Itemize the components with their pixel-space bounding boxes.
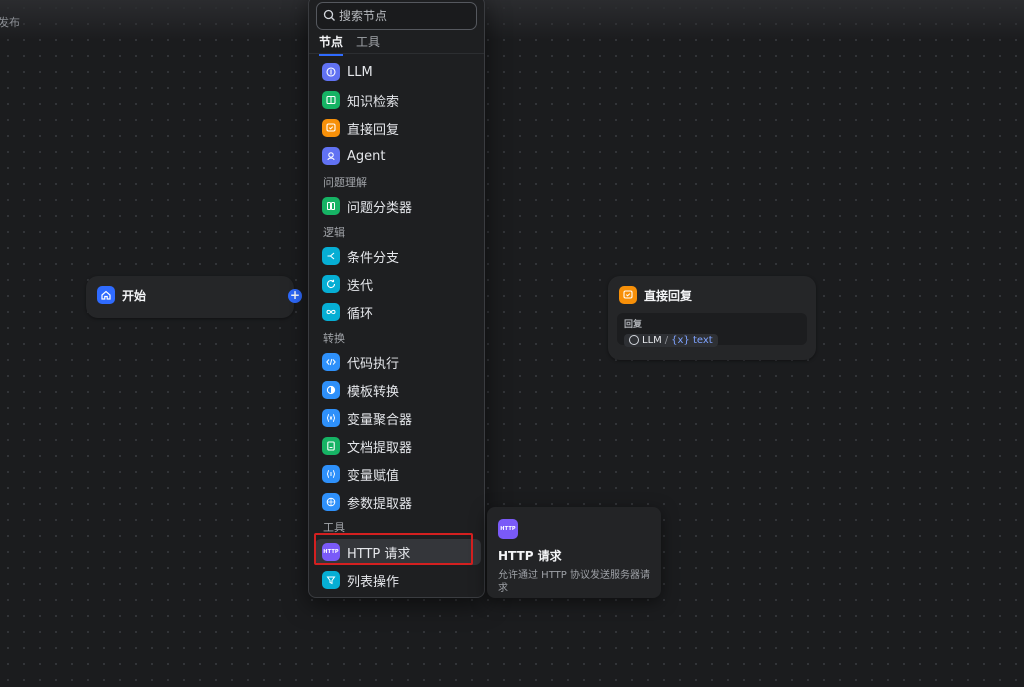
book-icon [322, 91, 340, 109]
llm-icon [322, 63, 340, 81]
picker-item-label: 直接回复 [347, 122, 400, 138]
node-tooltip: HTTP HTTP 请求 允许通过 HTTP 协议发送服务器请求 [487, 507, 661, 598]
search-input[interactable] [339, 9, 469, 23]
picker-item-aggregator[interactable]: 变量聚合器 [315, 405, 481, 431]
picker-item-label: 代码执行 [347, 356, 400, 372]
variable-name: {x} text [671, 334, 713, 346]
refresh-icon [322, 275, 340, 293]
branch-icon [322, 247, 340, 265]
http-icon: HTTP [322, 543, 340, 561]
picker-item-label: 迭代 [347, 278, 374, 294]
picker-item-iteration[interactable]: 迭代 [315, 271, 481, 297]
http-icon: HTTP [498, 519, 518, 539]
reply-field-label: 回复 [624, 320, 643, 330]
search-box[interactable] [316, 2, 477, 30]
classifier-icon [322, 197, 340, 215]
variable-separator: / [664, 334, 669, 346]
search-icon [323, 7, 336, 26]
llm-icon [629, 335, 639, 345]
picker-item-template[interactable]: 模板转换 [315, 377, 481, 403]
picker-item-llm[interactable]: LLM [315, 59, 481, 85]
picker-item-label: 变量赋值 [347, 468, 400, 484]
publish-label[interactable]: 发布 [0, 14, 20, 30]
variable-icon [322, 409, 340, 427]
start-node[interactable]: 开始 + [86, 276, 302, 318]
group-logic: 逻辑 [323, 226, 345, 239]
start-node-title: 开始 [122, 288, 147, 303]
message-icon [619, 286, 637, 304]
picker-item-doc-extractor[interactable]: 文档提取器 [315, 433, 481, 459]
group-transform: 转换 [323, 332, 345, 345]
picker-item-assigner[interactable]: 变量赋值 [315, 461, 481, 487]
group-understanding: 问题理解 [323, 176, 367, 189]
group-tools: 工具 [323, 521, 345, 534]
variable-source: LLM [642, 334, 662, 346]
reply-field[interactable]: 回复 LLM / {x} text [617, 313, 807, 347]
canvas-top-shade [0, 0, 1024, 40]
direct-reply-title: 直接回复 [644, 288, 693, 303]
picker-item-list-op[interactable]: 列表操作 [315, 567, 481, 593]
infinity-icon [322, 303, 340, 321]
picker-item-label: LLM [347, 64, 373, 80]
picker-item-label: 循环 [347, 306, 374, 322]
picker-item-knowledge[interactable]: 知识检索 [315, 87, 481, 113]
picker-item-label: HTTP 请求 [347, 546, 411, 562]
picker-item-answer[interactable]: 直接回复 [315, 115, 481, 141]
http-badge-text: HTTP [500, 526, 516, 532]
picker-item-label: 知识检索 [347, 94, 400, 110]
picker-item-label: 列表操作 [347, 574, 400, 590]
picker-item-code[interactable]: 代码执行 [315, 349, 481, 375]
picker-item-param-extractor[interactable]: 参数提取器 [315, 489, 481, 515]
add-node-handle[interactable]: + [288, 289, 302, 303]
assign-icon [322, 465, 340, 483]
picker-item-agent[interactable]: Agent [315, 143, 481, 169]
picker-item-classifier[interactable]: 问题分类器 [315, 193, 481, 219]
node-picker-panel: 节点 工具 LLM 知识检索 直接回复 Agent 问题理解 问题分类器 逻辑 … [308, 0, 485, 598]
picker-item-label: 变量聚合器 [347, 412, 413, 428]
picker-item-label: 模板转换 [347, 384, 400, 400]
message-icon [322, 119, 340, 137]
direct-reply-node[interactable]: 直接回复 回复 LLM / {x} text [608, 276, 816, 360]
picker-item-label: 条件分支 [347, 250, 400, 266]
picker-item-label: 参数提取器 [347, 496, 413, 512]
code-icon [322, 353, 340, 371]
picker-item-ifelse[interactable]: 条件分支 [315, 243, 481, 269]
variable-chip[interactable]: LLM / {x} text [624, 333, 718, 347]
picker-item-http[interactable]: HTTP HTTP 请求 [315, 539, 481, 565]
tooltip-title: HTTP 请求 [498, 549, 562, 563]
grid-icon [322, 493, 340, 511]
filter-icon [322, 571, 340, 589]
picker-item-label: Agent [347, 148, 386, 164]
http-badge-text: HTTP [323, 549, 339, 555]
home-icon [97, 286, 115, 304]
picker-item-label: 文档提取器 [347, 440, 413, 456]
picker-item-label: 问题分类器 [347, 200, 413, 216]
picker-item-loop[interactable]: 循环 [315, 299, 481, 325]
tabs-divider [309, 53, 484, 54]
document-icon [322, 437, 340, 455]
template-icon [322, 381, 340, 399]
agent-icon [322, 147, 340, 165]
tooltip-description: 允许通过 HTTP 协议发送服务器请求 [498, 570, 650, 594]
